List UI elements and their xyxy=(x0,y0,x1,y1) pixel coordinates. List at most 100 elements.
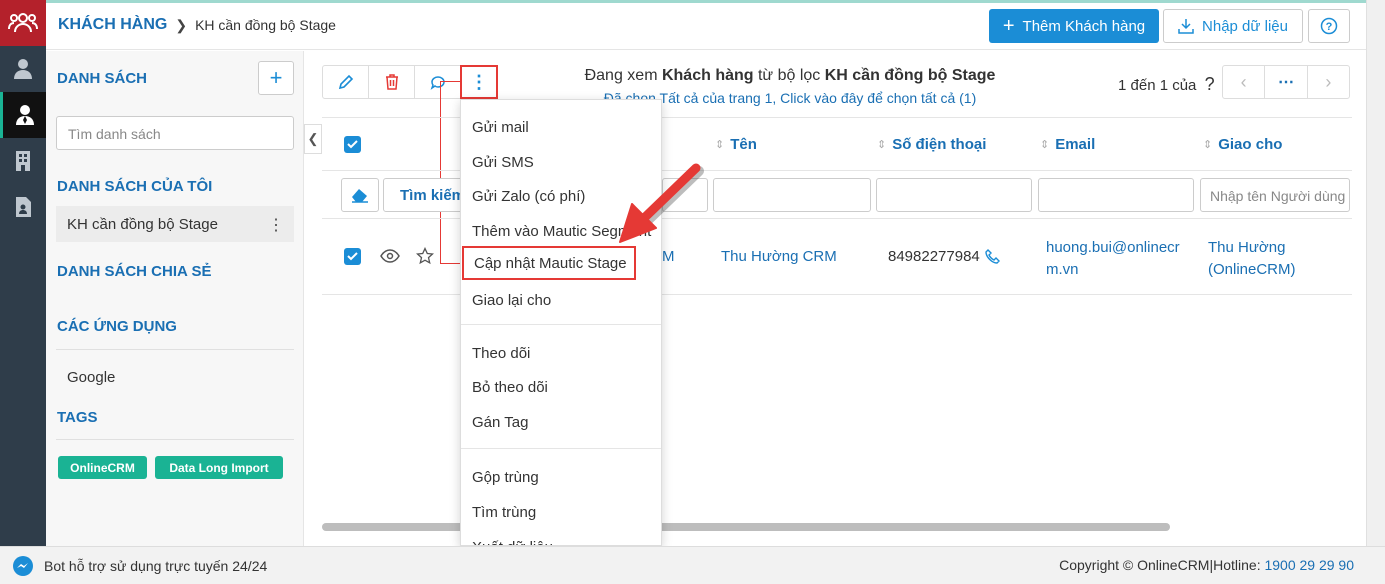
help-icon: ? xyxy=(1320,17,1338,35)
shared-lists-title: DANH SÁCH CHIA SẺ xyxy=(57,263,212,280)
add-customer-button[interactable]: + Thêm Khách hàng xyxy=(989,9,1159,43)
column-assignee-label: Giao cho xyxy=(1218,136,1283,153)
rail-documents[interactable] xyxy=(0,184,46,230)
tag-data-long-import[interactable]: Data Long Import xyxy=(155,456,283,479)
eye-icon[interactable] xyxy=(380,248,400,264)
vertical-scrollbar[interactable] xyxy=(1366,0,1385,546)
trash-icon xyxy=(385,74,398,90)
next-page-button[interactable]: › xyxy=(1308,66,1349,98)
list-search-input[interactable]: Tìm danh sách xyxy=(56,116,294,150)
page-info: 1 đến 1 của ? xyxy=(1118,74,1215,95)
chat-bot-text: Bot hỗ trợ sử dụng trực tuyến 24/24 xyxy=(44,558,268,574)
eraser-icon xyxy=(352,189,368,203)
my-list-item[interactable]: KH cần đồng bộ Stage ⋮ xyxy=(56,206,294,242)
clear-filters-button[interactable] xyxy=(341,178,379,212)
page-menu-button[interactable]: ⋯ xyxy=(1265,66,1308,98)
select-all-checkbox[interactable] xyxy=(344,136,361,153)
download-icon xyxy=(1178,19,1194,34)
tags-title: TAGS xyxy=(57,409,98,426)
building-icon xyxy=(16,151,30,171)
add-list-button[interactable]: + xyxy=(258,61,294,95)
chevron-left-icon: ❮ xyxy=(307,131,319,146)
viewing-entity: Khách hàng xyxy=(661,67,754,84)
horizontal-scrollbar[interactable] xyxy=(322,523,1170,531)
edit-button[interactable] xyxy=(323,66,369,98)
list-sidebar: DANH SÁCH + Tìm danh sách DANH SÁCH CỦA … xyxy=(46,51,304,546)
column-name-label: Tên xyxy=(730,136,757,153)
import-data-button[interactable]: Nhập dữ liệu xyxy=(1163,9,1303,43)
app-rail xyxy=(0,0,46,546)
brand-logo[interactable] xyxy=(0,0,46,46)
svg-text:?: ? xyxy=(1326,21,1333,33)
row-name[interactable]: Thu Hường CRM xyxy=(721,248,837,265)
chevron-right-icon: › xyxy=(1325,71,1332,92)
menu-divider xyxy=(461,448,661,449)
filter-input-email[interactable] xyxy=(1038,178,1194,212)
menu-item-export-data[interactable]: Xuất dữ liệu xyxy=(461,530,661,545)
breadcrumb-current: KH cần đồng bộ Stage xyxy=(195,17,336,33)
lists-title: DANH SÁCH xyxy=(57,70,147,87)
row-phone-number: 84982277984 xyxy=(888,248,980,265)
menu-item-unfollow[interactable]: Bỏ theo dõi xyxy=(461,370,661,404)
help-button[interactable]: ? xyxy=(1308,9,1350,43)
column-header-phone[interactable]: ⇕ Số điện thoại xyxy=(877,136,986,153)
hotline-number[interactable]: 1900 29 29 90 xyxy=(1264,557,1354,573)
rail-user[interactable] xyxy=(0,46,46,92)
delete-button[interactable] xyxy=(369,66,415,98)
add-customer-label: Thêm Khách hàng xyxy=(1022,17,1146,35)
my-list-item-label: KH cần đồng bộ Stage xyxy=(67,216,218,233)
divider xyxy=(56,439,294,440)
annotation-arrow xyxy=(619,163,704,243)
star-icon[interactable] xyxy=(416,247,434,265)
phone-icon[interactable] xyxy=(985,249,1000,264)
page-total-unknown[interactable]: ? xyxy=(1205,74,1215,94)
app-item-google[interactable]: Google xyxy=(56,359,294,395)
plus-icon: + xyxy=(269,65,283,90)
chevron-left-icon: ‹ xyxy=(1240,71,1247,92)
menu-item-send-mail[interactable]: Gửi mail xyxy=(461,110,661,144)
column-header-name[interactable]: ⇕ Tên xyxy=(715,136,757,153)
row-assignee[interactable]: Thu Hường (OnlineCRM) xyxy=(1208,237,1296,281)
pagination: ‹ ⋯ › xyxy=(1222,65,1350,99)
more-horizontal-icon: ⋯ xyxy=(1277,74,1294,91)
menu-item-follow[interactable]: Theo dõi xyxy=(461,336,661,370)
row-phone: 84982277984 xyxy=(888,248,1000,265)
breadcrumb-root[interactable]: KHÁCH HÀNG xyxy=(58,16,167,34)
footer: Bot hỗ trợ sử dụng trực tuyến 24/24 Copy… xyxy=(0,546,1385,584)
chat-bot-link[interactable]: Bot hỗ trợ sử dụng trực tuyến 24/24 xyxy=(12,555,267,577)
collapse-sidebar-button[interactable]: ❮ xyxy=(304,124,322,154)
column-header-email[interactable]: ⇕ Email xyxy=(1040,136,1095,153)
sort-icon: ⇕ xyxy=(877,139,887,151)
more-vertical-icon[interactable]: ⋮ xyxy=(268,215,284,235)
menu-item-find-duplicates[interactable]: Tìm trùng xyxy=(461,495,661,529)
my-lists-title: DANH SÁCH CỦA TÔI xyxy=(57,178,213,195)
prev-page-button[interactable]: ‹ xyxy=(1223,66,1266,98)
plus-icon: + xyxy=(1002,14,1015,37)
filter-input-phone[interactable] xyxy=(876,178,1032,212)
pencil-icon xyxy=(338,74,353,90)
filter-input-name[interactable] xyxy=(713,178,871,212)
rail-company[interactable] xyxy=(0,138,46,184)
row-email[interactable]: huong.bui@onlinecr m.vn xyxy=(1046,237,1180,281)
menu-item-merge-duplicates[interactable]: Gộp trùng xyxy=(461,460,661,494)
contact-icon xyxy=(15,105,34,125)
menu-item-reassign[interactable]: Giao lại cho xyxy=(461,283,661,317)
row-checkbox[interactable] xyxy=(344,248,361,265)
sort-icon: ⇕ xyxy=(715,139,725,151)
menu-item-assign-tag[interactable]: Gán Tag xyxy=(461,405,661,439)
viewing-summary: Đang xem Khách hàng từ bộ lọc KH cần đồn… xyxy=(520,67,1060,85)
users-group-icon xyxy=(8,13,38,33)
row-assignee-line1: Thu Hường xyxy=(1208,239,1286,256)
filter-input-assignee[interactable]: Nhập tên Người dùng xyxy=(1200,178,1350,212)
copyright: Copyright © OnlineCRM|Hotline: 1900 29 2… xyxy=(1059,557,1354,573)
more-actions-button[interactable]: ⋮ xyxy=(460,65,498,99)
rail-customers[interactable] xyxy=(0,92,46,138)
app-root: KHÁCH HÀNG ❯ KH cần đồng bộ Stage + Thêm… xyxy=(0,0,1385,584)
viewing-prefix: Đang xem xyxy=(584,67,662,84)
tag-onlinecrm[interactable]: OnlineCRM xyxy=(58,456,147,479)
viewing-middle: từ bộ lọc xyxy=(753,67,825,84)
more-vertical-icon: ⋮ xyxy=(470,71,488,92)
apps-title: CÁC ỨNG DỤNG xyxy=(57,318,177,335)
check-icon xyxy=(347,252,358,261)
column-header-assignee[interactable]: ⇕ Giao cho xyxy=(1203,136,1282,153)
